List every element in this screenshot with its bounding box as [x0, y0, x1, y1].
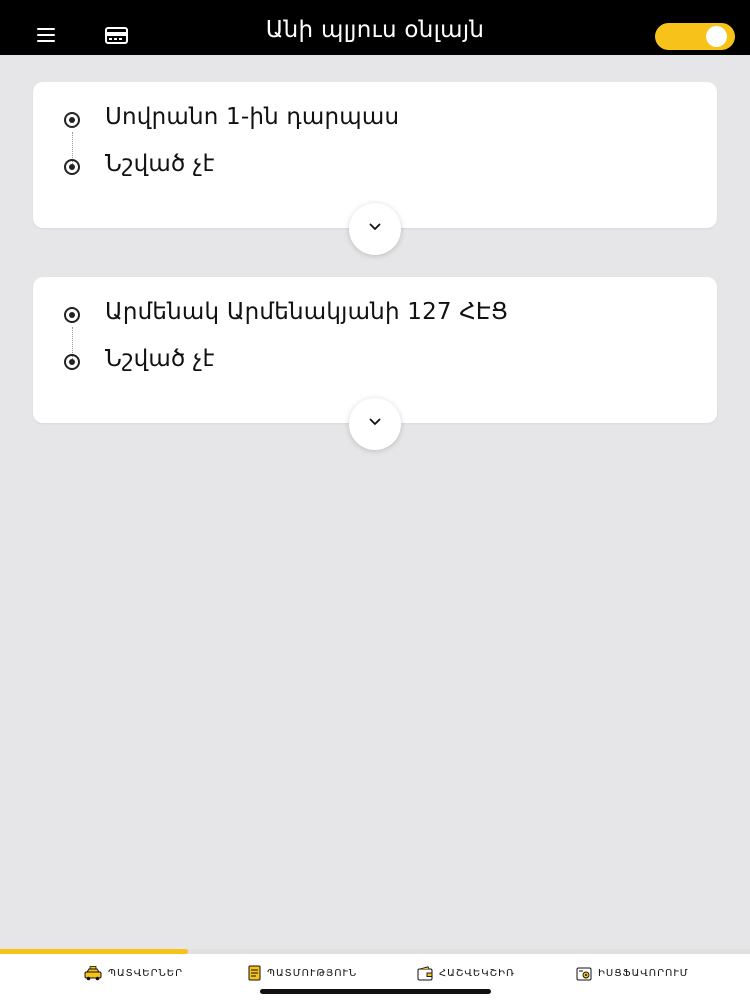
pickup-address: Սովրանո 1-ին դարպաս — [105, 104, 400, 130]
settings-icon — [576, 967, 592, 980]
pickup-marker-icon — [64, 112, 80, 128]
tab-label: ՀԱՇՎԵԿՇԻՌ — [439, 967, 515, 979]
tab-settings[interactable]: ԻՍՑՖԱՎՈՐՈՒՄ — [576, 962, 689, 984]
order-card[interactable]: Սովրանո 1-ին դարպաս Նշված չէ — [33, 82, 717, 255]
chevron-down-icon — [369, 223, 381, 230]
tab-balance[interactable]: ՀԱՇՎԵԿՇԻՌ — [417, 962, 515, 984]
destination-address: Նշված չէ — [105, 346, 215, 372]
tab-label: ՊԱՏՄՈՒԹՅՈՒՆ — [267, 967, 358, 979]
app-header: Անի պլյուս օնլայն — [0, 0, 750, 55]
toggle-knob — [706, 26, 727, 47]
pickup-row: Սովրանո 1-ին դարպաս — [33, 100, 717, 140]
wallet-icon — [417, 965, 433, 980]
expand-button[interactable] — [349, 203, 401, 255]
tab-label: ԻՍՑՖԱՎՈՐՈՒՄ — [598, 967, 689, 979]
order-card[interactable]: Արմենակ Արմենակյանի 127 ՀԷՑ Նշված չէ — [33, 277, 717, 450]
document-icon — [248, 965, 261, 981]
destination-row: Նշված չէ — [33, 147, 717, 187]
tab-history[interactable]: ՊԱՏՄՈՒԹՅՈՒՆ — [248, 962, 357, 984]
destination-marker-icon — [64, 159, 80, 175]
taxi-icon — [84, 965, 102, 980]
app-title: Անի պլյուս օնլայն — [265, 17, 485, 43]
pickup-row: Արմենակ Արմենակյանի 127 ՀԷՑ — [33, 295, 717, 335]
tab-orders[interactable]: ՊԱՏՎԵՐՆԵՐ — [84, 962, 183, 984]
destination-marker-icon — [64, 354, 80, 370]
pickup-marker-icon — [64, 307, 80, 323]
home-indicator — [260, 989, 491, 994]
destination-row: Նշված չէ — [33, 342, 717, 382]
destination-address: Նշված չէ — [105, 151, 215, 177]
pickup-address: Արմենակ Արմենակյանի 127 ՀԷՑ — [105, 299, 509, 325]
expand-button[interactable] — [349, 398, 401, 450]
tab-label: ՊԱՏՎԵՐՆԵՐ — [108, 967, 184, 979]
online-toggle[interactable] — [655, 23, 735, 50]
chevron-down-icon — [369, 418, 381, 425]
